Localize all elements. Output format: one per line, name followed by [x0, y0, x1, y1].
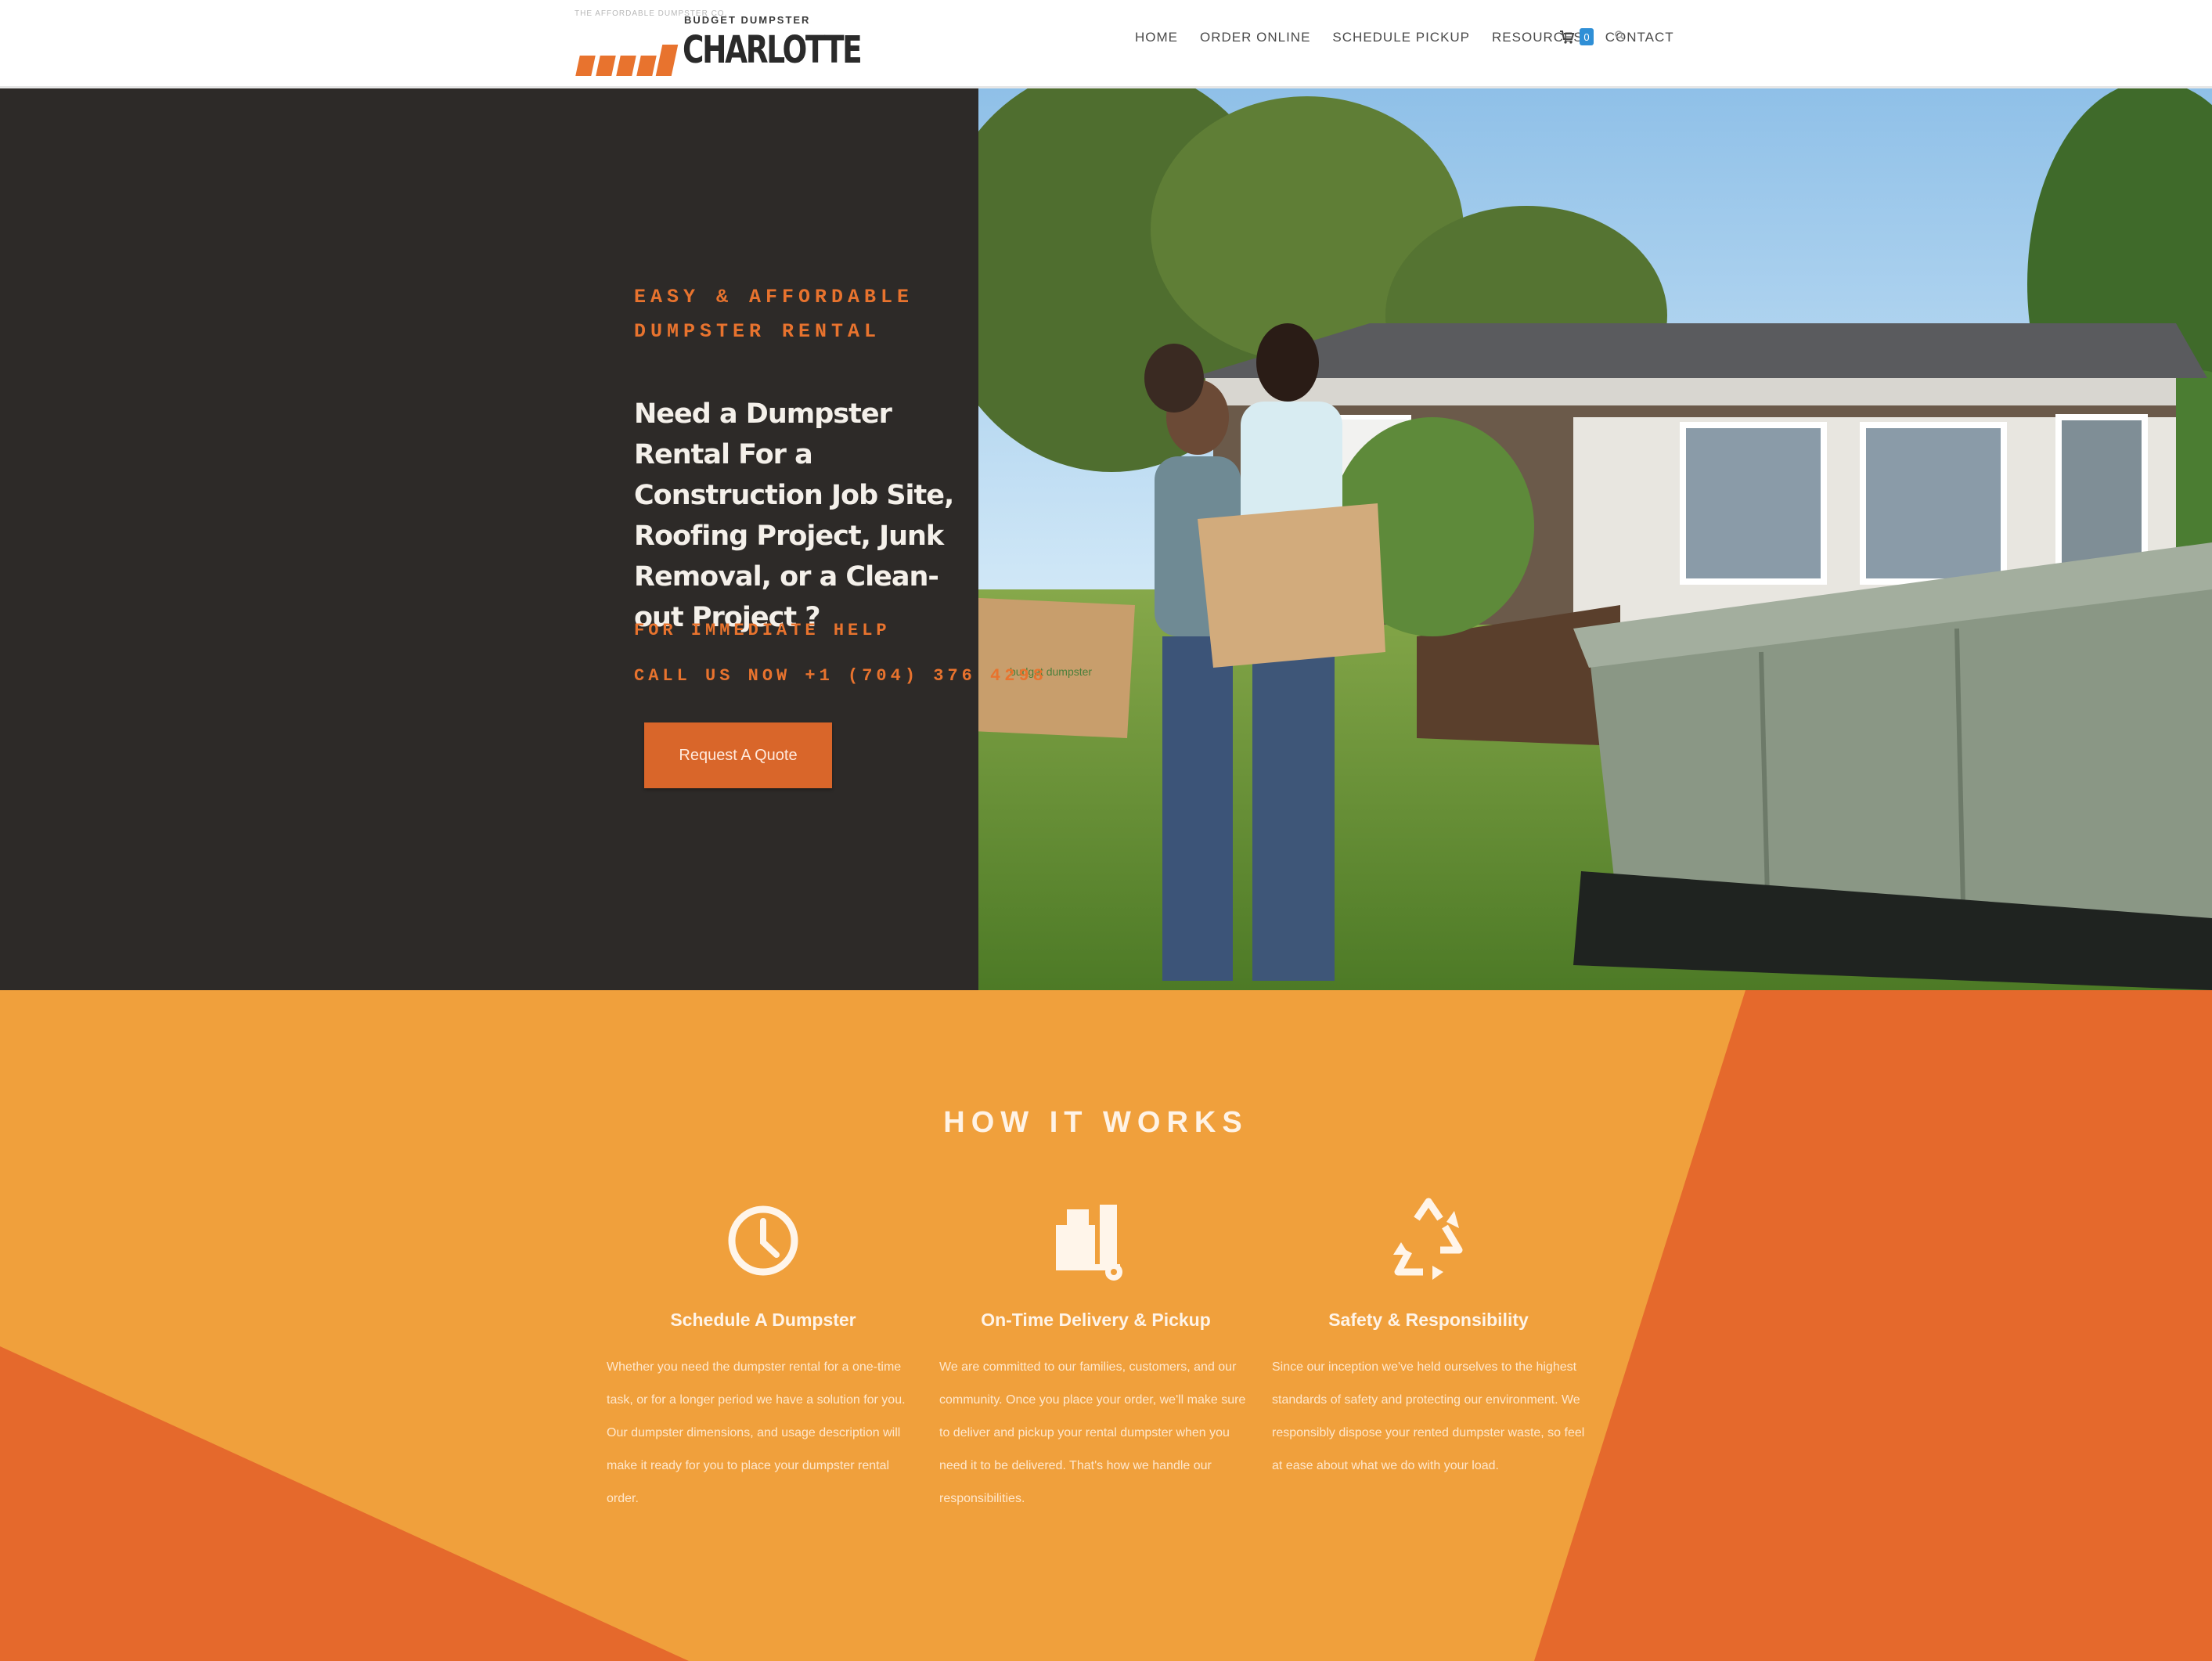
step-schedule: Schedule A Dumpster Whether you need the…: [607, 1194, 920, 1515]
step-title: Schedule A Dumpster: [670, 1310, 856, 1330]
site-logo[interactable]: THE AFFORDABLE DUMPSTER CO. BUDGET DUMPS…: [575, 9, 863, 76]
step-body: Since our inception we've held ourselves…: [1272, 1360, 1585, 1472]
how-it-works-section: HOW IT WORKS Schedule A Dumpster Whether…: [0, 990, 2212, 1661]
nav-home[interactable]: HOME: [1135, 30, 1178, 45]
nav-order-online[interactable]: ORDER ONLINE: [1200, 30, 1310, 45]
truck-delivery-icon: [1056, 1205, 1122, 1281]
hero-headline: Need a Dumpster Rental For a Constructio…: [634, 398, 954, 633]
request-quote-button[interactable]: Request A Quote: [644, 722, 832, 788]
logo-city: CHARLOTTE: [683, 28, 863, 72]
step-title: Safety & Responsibility: [1328, 1310, 1529, 1330]
search-icon[interactable]: [1614, 30, 1625, 41]
how-it-works-title: HOW IT WORKS: [943, 1106, 1248, 1139]
clock-icon: [728, 1205, 798, 1276]
logo-brand: BUDGET DUMPSTER: [684, 14, 811, 26]
hero-photo: budget dumpster: [978, 88, 2212, 990]
cart-icon: [1560, 31, 1575, 44]
step-body: We are committed to our families, custom…: [939, 1360, 1246, 1505]
logo-bars-icon: [575, 33, 692, 76]
step-title: On-Time Delivery & Pickup: [981, 1310, 1211, 1330]
hero-help-line: FOR IMMEDIATE HELP: [634, 621, 891, 640]
site-header: THE AFFORDABLE DUMPSTER CO. BUDGET DUMPS…: [0, 0, 2212, 88]
cart-count-badge: 0: [1580, 28, 1594, 45]
recycle-icon: [1393, 1198, 1463, 1280]
step-body: Whether you need the dumpster rental for…: [607, 1360, 906, 1505]
hero-section: budget dumpster EASY & AFFORDABLE DUMPST…: [0, 88, 2212, 990]
nav-schedule-pickup[interactable]: SCHEDULE PICKUP: [1332, 30, 1470, 45]
step-delivery: On-Time Delivery & Pickup We are committ…: [939, 1194, 1252, 1515]
hero-phone-line[interactable]: CALL US NOW +1 (704) 376 4298: [634, 666, 1047, 686]
step-safety: Safety & Responsibility Since our incept…: [1272, 1194, 1585, 1483]
hero-eyebrow: EASY & AFFORDABLE DUMPSTER RENTAL: [634, 286, 914, 343]
cart-button[interactable]: 0: [1559, 28, 1594, 45]
